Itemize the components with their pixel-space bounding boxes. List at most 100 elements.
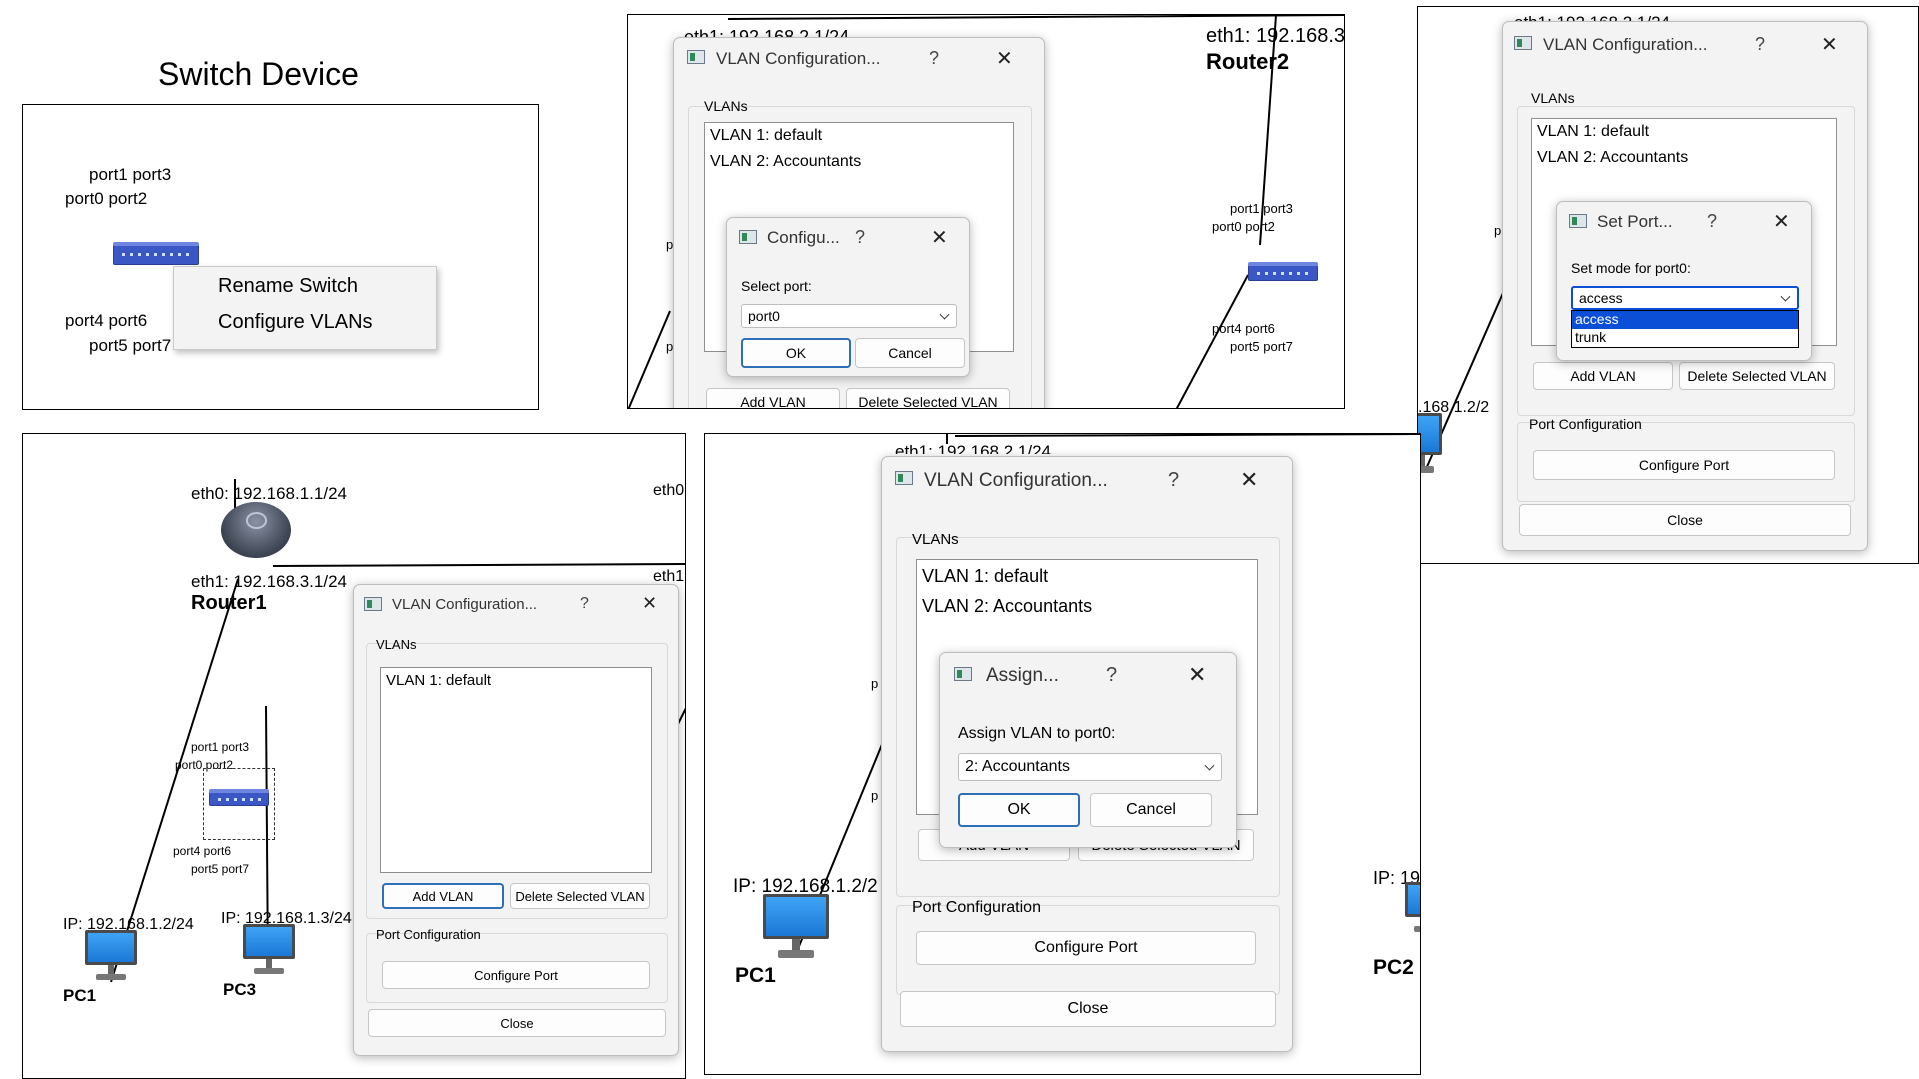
eth1-label-top: eth1: 192.168.2.1/24 [895,442,1051,454]
context-menu: Rename Switch Configure VLANs [173,266,437,350]
port-label-4-6: port4 port6 [65,311,148,330]
router2-eth1-label: eth1: 192.168.3 [1206,25,1345,47]
assign-vlan-panel: eth1: 192.168.2.1/24 p p IP: 192.168.1.2… [704,433,1421,1075]
switch-canvas-panel: port1 port3 port0 port2 port4 port6 port… [22,104,539,410]
pc1-label: PC1 [735,964,776,987]
select-port-label: Select port: [741,278,812,294]
cancel-button[interactable]: Cancel [855,338,965,368]
vlans-group-label: VLANs [1531,90,1575,106]
app-icon [739,230,757,244]
port-configuration-label: Port Configuration [1529,416,1642,432]
app-icon [954,667,972,681]
app-icon [364,597,382,611]
configure-port-button[interactable]: Configure Port [382,961,650,989]
close-icon[interactable]: ✕ [1773,209,1790,234]
eth0-label-fragment: eth0 [653,482,685,499]
configure-port-panel: eth1: 192.168.2.1/24 eth1: 192.168.3 Rou… [627,14,1345,409]
vlan-list[interactable]: VLAN 1: default [380,667,652,873]
set-mode-label: Set mode for port0: [1571,260,1691,276]
port-label-1-3: port1 port3 [1230,201,1293,216]
network-topology-panel: eth0: 192.168.1.1/24 eth1: 192.168.3.1/2… [22,433,686,1079]
vlan-configuration-dialog: VLAN Configuration... ? ✕ VLANs VLAN 1: … [353,584,679,1056]
ok-button[interactable]: OK [958,793,1080,827]
port-label-0-2: port0 port2 [65,189,148,208]
close-button[interactable]: Close [900,991,1276,1027]
port-configuration-label: Port Configuration [376,927,481,942]
mode-option-access[interactable]: access [1572,311,1798,329]
help-icon[interactable]: ? [1106,664,1117,687]
menu-item-rename-switch[interactable]: Rename Switch [218,275,358,298]
close-icon[interactable]: ✕ [1240,467,1258,493]
help-icon[interactable]: ? [929,48,939,69]
vlan-select[interactable]: 2: Accountants [958,753,1222,781]
help-icon[interactable]: ? [1755,34,1765,55]
mode-dropdown-list: access trunk [1571,310,1799,348]
delete-selected-vlan-button[interactable]: Delete Selected VLAN [846,388,1010,408]
delete-selected-vlan-button[interactable]: Delete Selected VLAN [510,883,650,909]
vlan-list-item[interactable]: VLAN 2: Accountants [710,153,861,171]
switch-icon[interactable] [209,789,269,806]
switch-icon[interactable] [1248,262,1318,281]
ok-button[interactable]: OK [741,338,851,368]
port-label-fragment: p [871,676,879,691]
pc-icon[interactable] [1405,882,1420,932]
assign-vlan-dialog: Assign... ? ✕ Assign VLAN to port0: 2: A… [939,652,1237,848]
close-button[interactable]: Close [368,1009,666,1037]
pc-icon[interactable] [243,924,295,974]
vlan-list-item[interactable]: VLAN 1: default [922,566,1048,587]
app-icon [895,471,913,485]
close-icon[interactable]: ✕ [642,593,657,614]
router1-eth1-label: eth1: 192.168.3.1/24 [191,572,347,591]
add-vlan-button[interactable]: Add VLAN [706,388,840,408]
vlan-list-item[interactable]: VLAN 1: default [386,672,491,689]
configure-port-button[interactable]: Configure Port [916,931,1256,965]
mode-select[interactable]: access [1571,286,1799,310]
configure-port-button[interactable]: Configure Port [1533,450,1835,480]
close-icon[interactable]: ✕ [1821,32,1838,57]
port-configuration-label: Port Configuration [912,899,1041,916]
router1-label: Router1 [191,592,267,614]
pc-icon[interactable] [85,930,137,980]
help-icon[interactable]: ? [1707,211,1717,232]
switch-device-title: Switch Device [158,56,359,92]
add-vlan-button[interactable]: Add VLAN [382,883,504,909]
add-vlan-button[interactable]: Add VLAN [1533,362,1673,390]
router1-eth0-label: eth0: 192.168.1.1/24 [191,484,347,503]
vlan-list-item[interactable]: VLAN 1: default [1537,123,1649,141]
app-icon [1569,214,1587,228]
vlan-list-item[interactable]: VLAN 1: default [710,127,822,145]
port-label-fragment: p [1494,223,1502,238]
router-icon[interactable] [221,502,291,558]
vlan-list-item[interactable]: VLAN 2: Accountants [922,596,1092,617]
port-label-fragment: p [871,788,879,803]
assign-vlan-label: Assign VLAN to port0: [958,725,1116,742]
close-icon[interactable]: ✕ [931,225,948,250]
close-icon[interactable]: ✕ [996,46,1013,71]
menu-item-configure-vlans[interactable]: Configure VLANs [218,311,373,334]
cancel-button[interactable]: Cancel [1090,793,1212,827]
port-select[interactable]: port0 [741,304,957,328]
close-icon[interactable]: ✕ [1188,662,1206,688]
help-icon[interactable]: ? [580,595,589,613]
help-icon[interactable]: ? [1168,469,1179,492]
dialog-title: VLAN Configuration... [1543,35,1708,54]
port-select-value: port0 [748,308,780,324]
help-icon[interactable]: ? [855,227,865,248]
chevron-down-icon [939,309,950,320]
port-label-1-3: port1 port3 [89,165,172,184]
mode-option-trunk[interactable]: trunk [1575,329,1606,345]
close-button[interactable]: Close [1519,504,1851,536]
dialog-title: VLAN Configuration... [716,49,881,68]
app-icon [1514,36,1532,50]
vlan-list-item[interactable]: VLAN 2: Accountants [1537,149,1688,167]
pc2-label: PC2 [1373,956,1414,979]
switch-icon[interactable] [113,242,199,265]
mode-select-value: access [1579,290,1623,306]
pc1-label: PC1 [63,986,97,1005]
vlans-group-label: VLANs [376,637,417,652]
pc-icon[interactable] [763,894,829,958]
vlans-group-label: VLANs [912,531,959,548]
port-label-1-3: port1 port3 [191,740,250,754]
delete-selected-vlan-button[interactable]: Delete Selected VLAN [1679,362,1835,390]
router2-label: Router2 [1206,49,1290,74]
